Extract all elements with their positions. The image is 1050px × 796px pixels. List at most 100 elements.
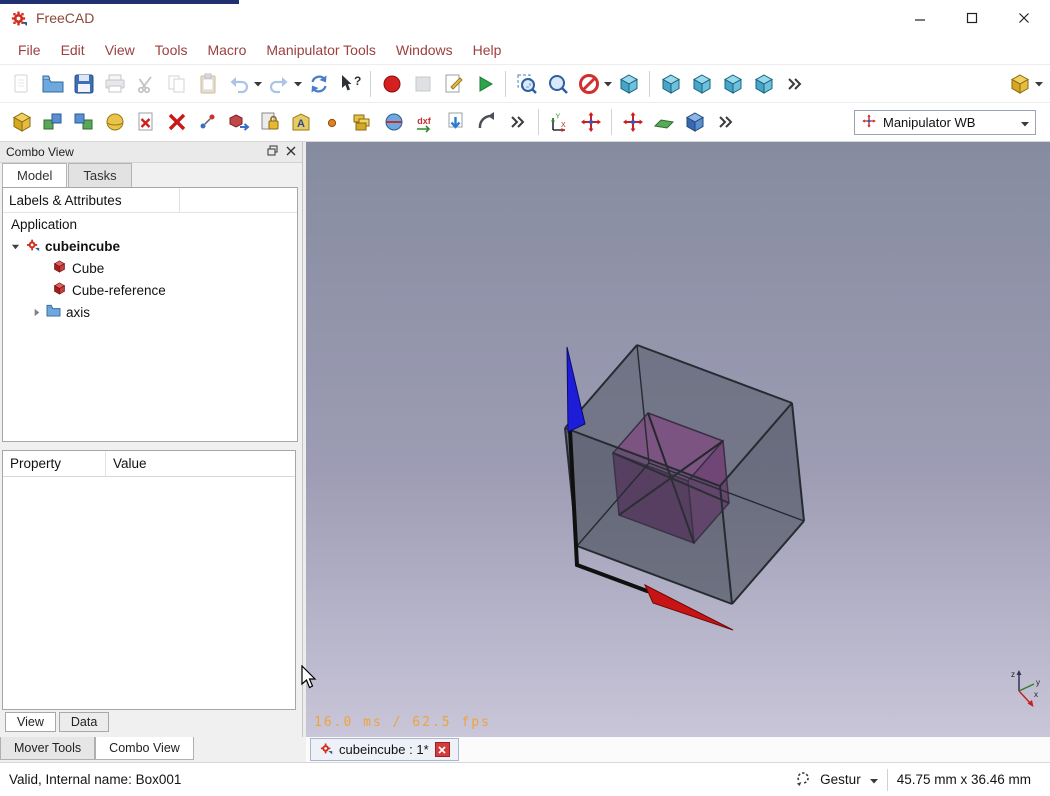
macro-stop-icon[interactable] <box>407 68 438 99</box>
part-cylinder-icon[interactable] <box>99 107 130 138</box>
status-separator <box>886 768 888 791</box>
tab-combo-view[interactable]: Combo View <box>95 737 194 760</box>
menu-item-manipulator-tools[interactable]: Manipulator Tools <box>256 38 385 62</box>
dropdown-caret-icon[interactable] <box>602 68 613 99</box>
menu-item-macro[interactable]: Macro <box>197 38 256 62</box>
view-right-icon[interactable] <box>717 68 748 99</box>
menu-item-tools[interactable]: Tools <box>145 38 198 62</box>
close-button[interactable] <box>998 2 1050 34</box>
tree-item-cube-reference[interactable]: Cube-reference <box>3 279 297 301</box>
part-union-icon[interactable] <box>37 107 68 138</box>
toolbar-overflow-icon[interactable] <box>779 68 810 99</box>
menu-bar: File Edit View Tools Macro Manipulator T… <box>0 36 1050 64</box>
whats-this-icon[interactable]: ? <box>334 68 365 99</box>
close-document-icon[interactable] <box>434 742 450 757</box>
cube-object-icon <box>52 281 67 299</box>
chevron-down-icon[interactable] <box>869 772 878 787</box>
tree-item-label: Cube <box>72 260 105 276</box>
tab-model[interactable]: Model <box>2 163 68 187</box>
part-compound-icon[interactable] <box>347 107 378 138</box>
value-column-header[interactable]: Value <box>106 451 295 476</box>
minimize-button[interactable] <box>894 2 946 34</box>
view-front-icon[interactable] <box>655 68 686 99</box>
tree-item-document[interactable]: cubeincube <box>3 235 297 257</box>
float-panel-icon[interactable] <box>267 145 278 159</box>
macro-edit-icon[interactable] <box>438 68 469 99</box>
axis-indicator: z y x <box>1011 670 1040 707</box>
revolve-icon[interactable] <box>471 107 502 138</box>
shape-from-text-icon[interactable]: A <box>285 107 316 138</box>
tree-item-cube[interactable]: Cube <box>3 257 297 279</box>
tab-tasks[interactable]: Tasks <box>68 163 132 187</box>
3d-viewport[interactable]: 16.0 ms / 62.5 fps z y x <box>306 142 1050 737</box>
dropdown-caret-icon[interactable] <box>1033 68 1044 99</box>
view-top-icon[interactable] <box>686 68 717 99</box>
property-column-header[interactable]: Property <box>3 451 106 476</box>
menu-item-help[interactable]: Help <box>463 38 512 62</box>
tab-view[interactable]: View <box>5 712 56 732</box>
datum-point-icon[interactable] <box>316 107 347 138</box>
menu-item-view[interactable]: View <box>95 38 145 62</box>
menu-item-edit[interactable]: Edit <box>51 38 95 62</box>
document-tab[interactable]: cubeincube : 1* <box>310 738 459 761</box>
toolbar-separator <box>370 70 371 97</box>
view-axonometric-icon[interactable] <box>748 68 779 99</box>
nav-style-label[interactable]: Gestur <box>820 772 861 787</box>
draw-style-icon[interactable] <box>573 68 604 99</box>
document-new-icon[interactable] <box>6 68 37 99</box>
document-save-icon[interactable] <box>68 68 99 99</box>
svg-text:Y: Y <box>555 114 560 121</box>
toolbar-overflow-icon[interactable] <box>710 107 741 138</box>
delete-icon[interactable] <box>161 107 192 138</box>
part-workbench-icon[interactable] <box>1004 68 1035 99</box>
view-fit-all-icon[interactable] <box>511 68 542 99</box>
manipulator-retranslate-icon[interactable] <box>617 107 648 138</box>
remove-shape-icon[interactable] <box>130 107 161 138</box>
toolbar-overflow-icon[interactable] <box>502 107 533 138</box>
import-file-icon[interactable] <box>440 107 471 138</box>
cut-icon[interactable] <box>130 68 161 99</box>
document-tab-icon <box>319 741 333 758</box>
manipulator-plane-icon[interactable] <box>648 107 679 138</box>
menu-item-file[interactable]: File <box>8 38 51 62</box>
dxf-export-icon[interactable]: dxf <box>409 107 440 138</box>
status-message: Valid, Internal name: Box001 <box>9 772 182 787</box>
manipulator-caliper-icon[interactable] <box>679 107 710 138</box>
tab-mover-tools[interactable]: Mover Tools <box>0 737 96 760</box>
view-isometric-icon[interactable] <box>613 68 644 99</box>
workbench-selector[interactable]: Manipulator WB <box>854 109 1036 135</box>
part-box-icon[interactable] <box>6 107 37 138</box>
refresh-icon[interactable] <box>303 68 334 99</box>
copy-icon[interactable] <box>161 68 192 99</box>
toolbar-secondary: Adxf Y X Manipulator WB <box>0 102 1050 142</box>
cross-section-icon[interactable] <box>378 107 409 138</box>
placement-icon[interactable] <box>192 107 223 138</box>
print-icon[interactable] <box>99 68 130 99</box>
blue-arrow[interactable] <box>566 346 586 433</box>
svg-text:y: y <box>1036 678 1040 687</box>
svg-text:X: X <box>561 122 566 129</box>
view-zoom-icon[interactable] <box>542 68 573 99</box>
outer-cube-object[interactable] <box>564 344 805 605</box>
property-editor: Property Value <box>2 450 296 710</box>
chevron-collapsed-icon[interactable] <box>31 308 41 317</box>
macro-record-icon[interactable] <box>376 68 407 99</box>
redo-icon[interactable] <box>263 68 294 99</box>
undo-icon[interactable] <box>223 68 254 99</box>
part-simple-copy-icon[interactable] <box>223 107 254 138</box>
manipulator-aligner-icon[interactable]: YX <box>544 107 575 138</box>
macro-execute-icon[interactable] <box>469 68 500 99</box>
chevron-expanded-icon[interactable] <box>10 242 20 251</box>
manipulator-mover-icon[interactable] <box>575 107 606 138</box>
menu-item-windows[interactable]: Windows <box>386 38 463 62</box>
document-open-icon[interactable] <box>37 68 68 99</box>
combo-view-header: Combo View <box>0 142 302 163</box>
close-panel-icon[interactable] <box>286 145 296 159</box>
clipboard-lock-icon[interactable] <box>254 107 285 138</box>
paste-icon[interactable] <box>192 68 223 99</box>
part-common-icon[interactable] <box>68 107 99 138</box>
tree-item-axis[interactable]: axis <box>3 301 297 323</box>
maximize-button[interactable] <box>946 2 998 34</box>
tree-item-application[interactable]: Application <box>3 213 297 235</box>
tab-data[interactable]: Data <box>58 712 110 732</box>
